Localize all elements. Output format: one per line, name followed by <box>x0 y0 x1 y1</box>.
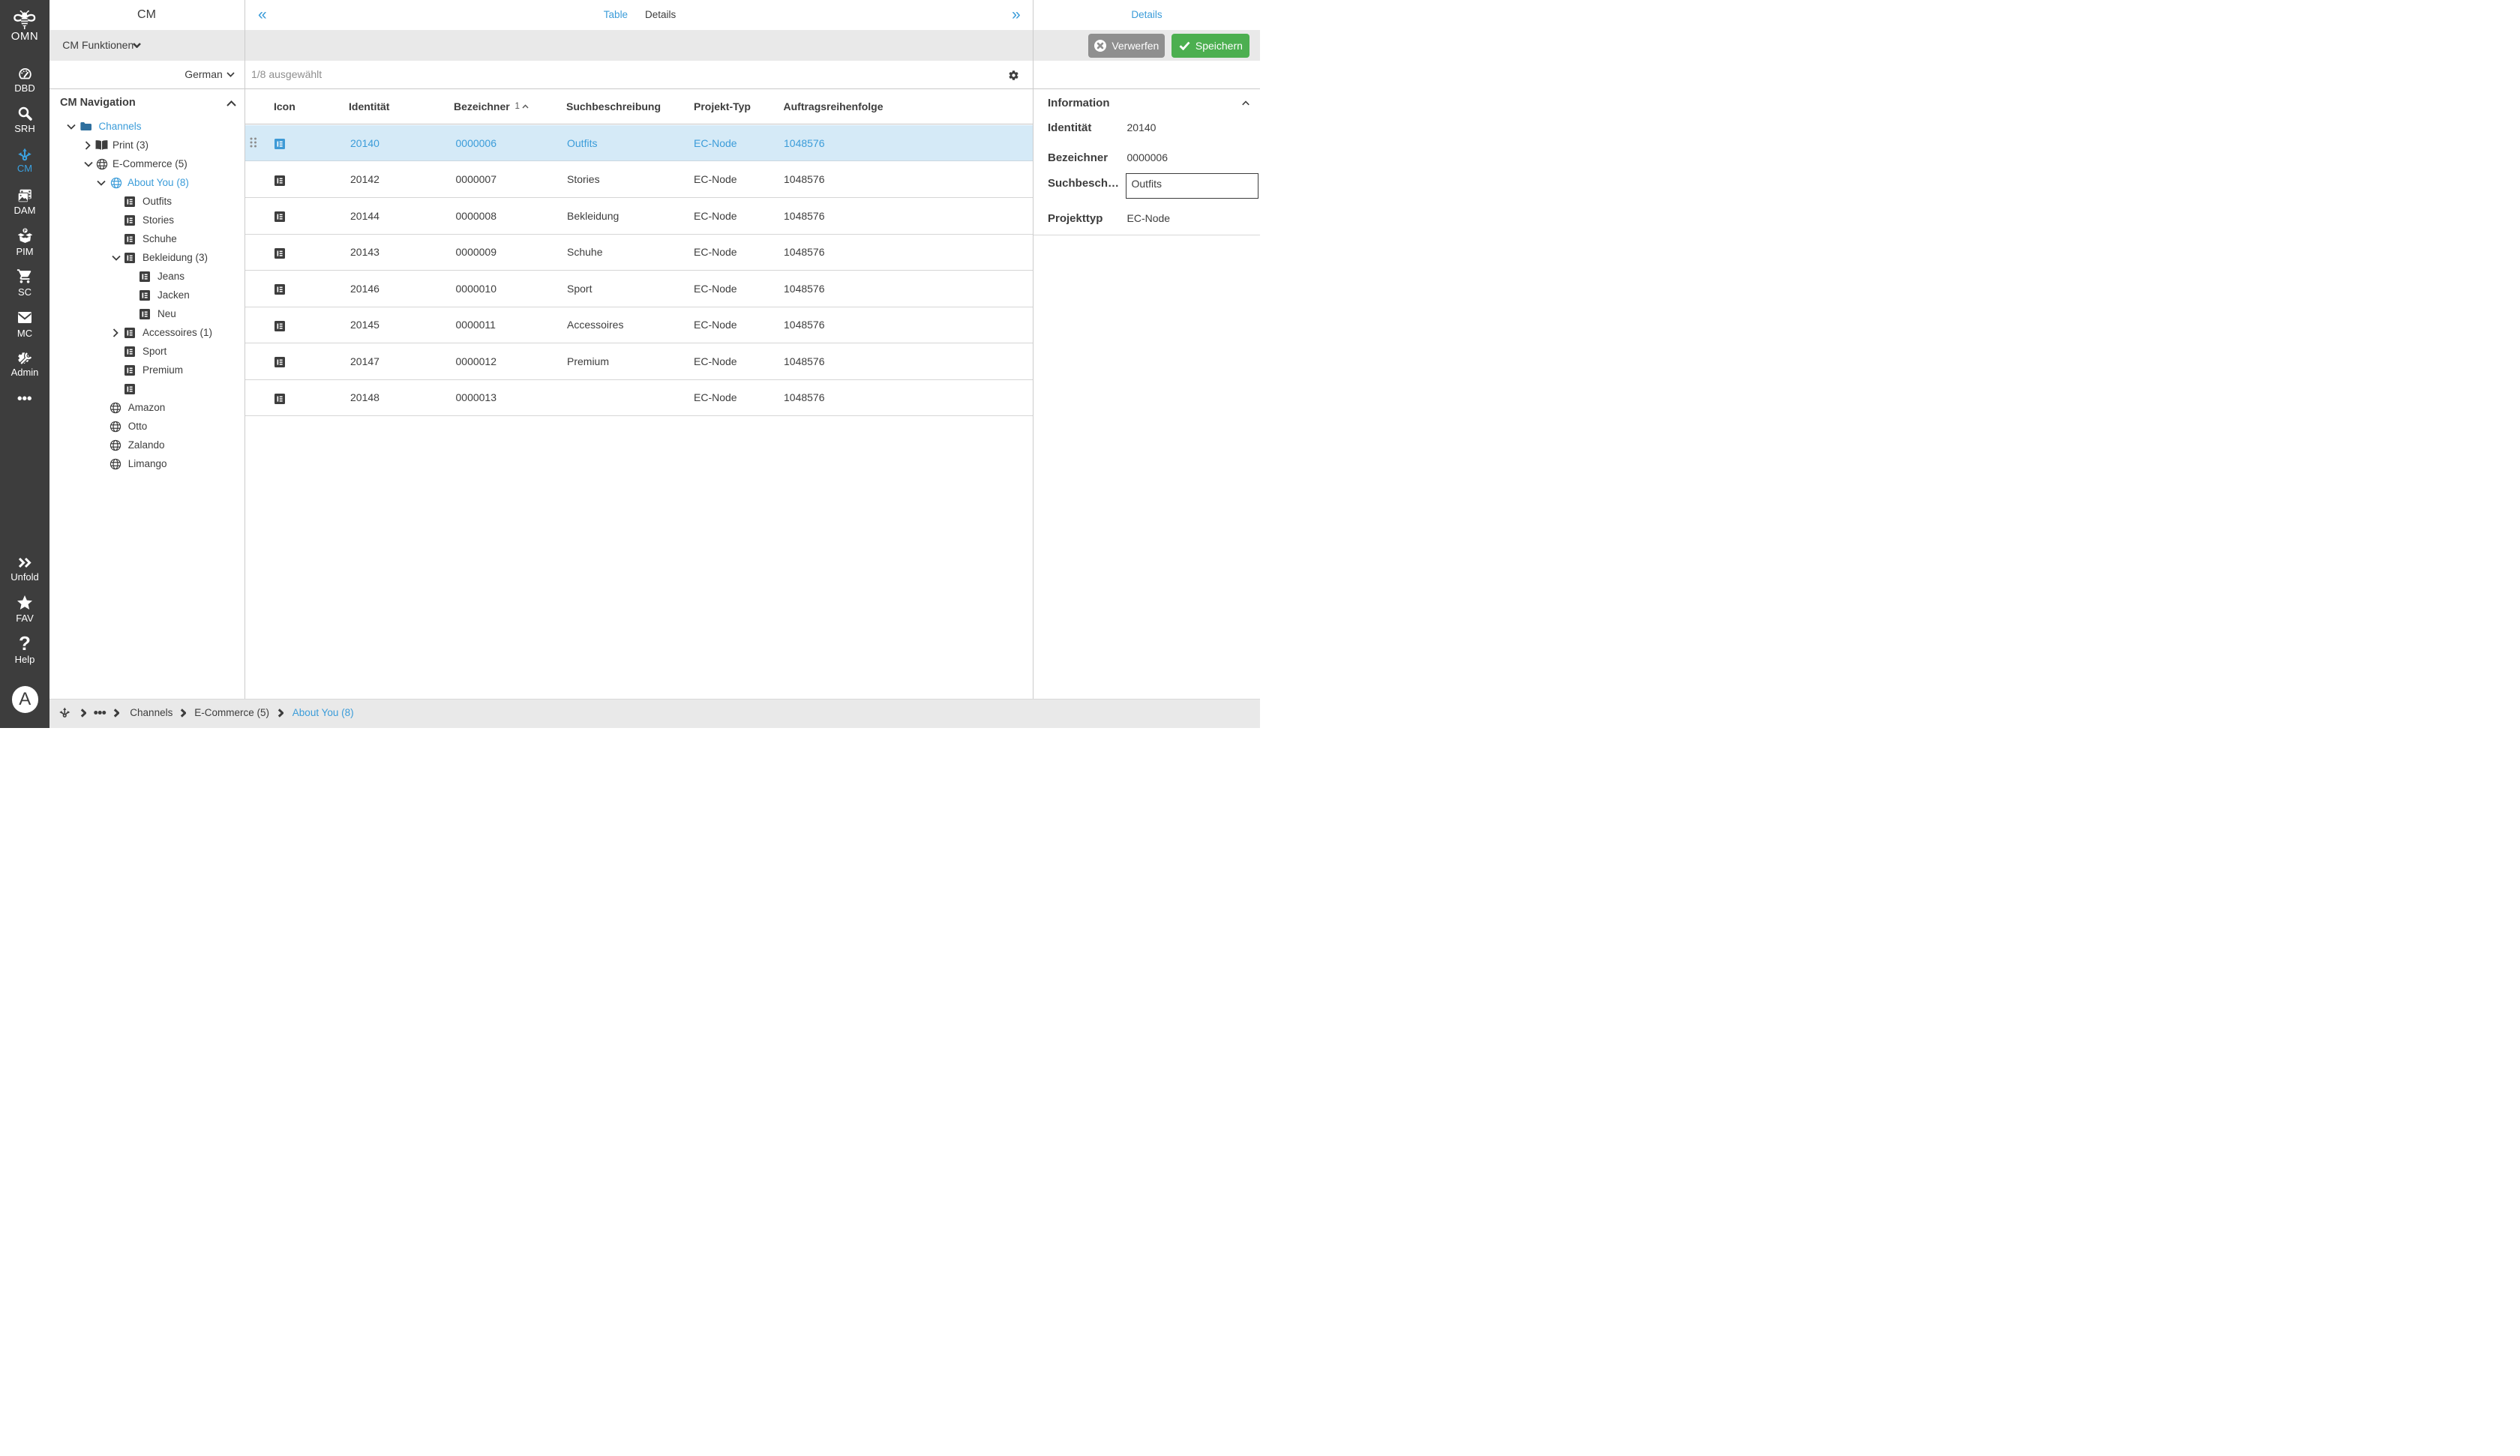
svg-text:P: P <box>23 229 26 233</box>
